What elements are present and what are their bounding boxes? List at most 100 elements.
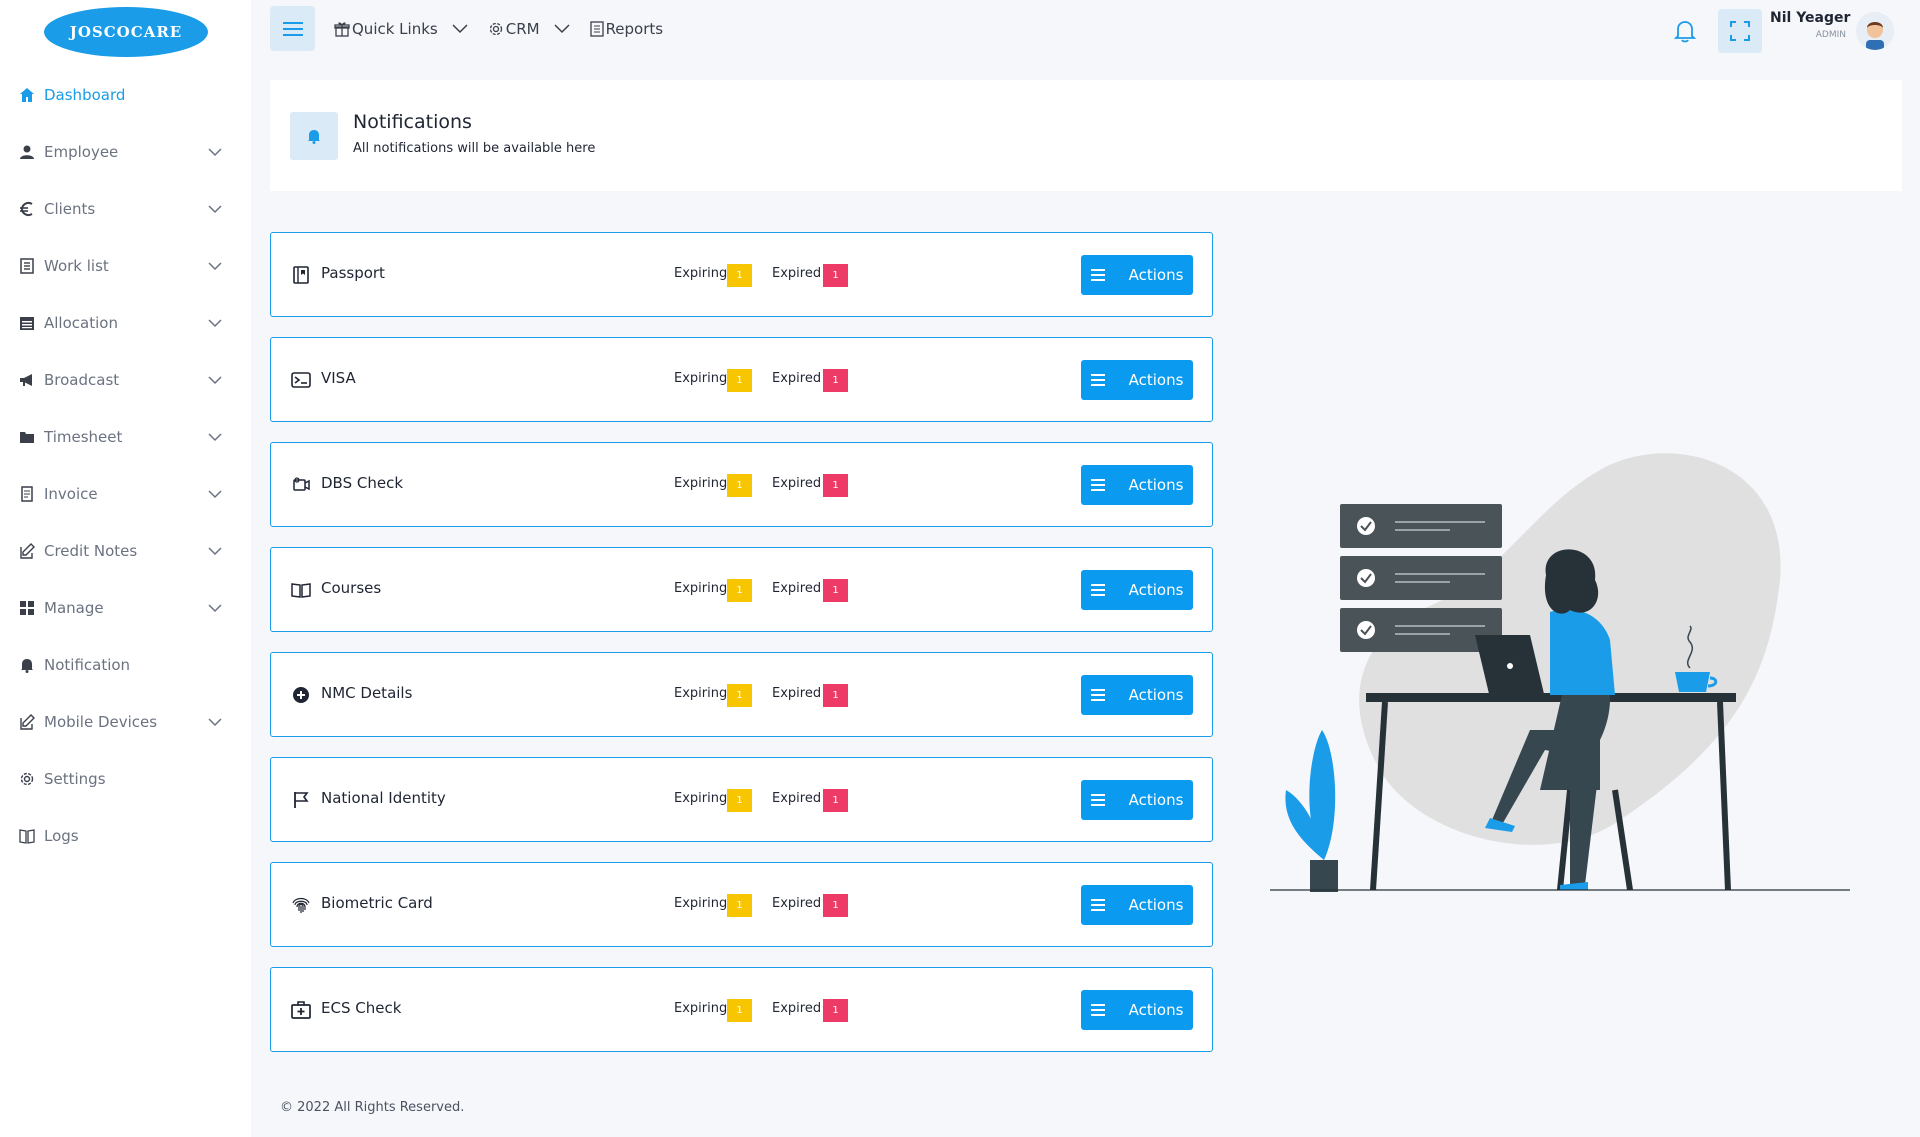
fingerprint-icon: [290, 894, 312, 916]
expired-count-badge[interactable]: 1: [823, 894, 848, 917]
sidebar-item-timesheet[interactable]: Timesheet: [0, 408, 251, 465]
chevron-down-icon: [207, 486, 223, 502]
expiring-label: Expiring: [674, 371, 728, 386]
expired-count-badge[interactable]: 1: [823, 999, 848, 1022]
expiring-count-badge[interactable]: 1: [727, 474, 752, 497]
sidebar-item-dashboard[interactable]: Dashboard: [0, 66, 251, 123]
document-row-nmc-details: NMC Details Expiring 1 Expired 1 Actions: [270, 652, 1213, 737]
document-row-passport: Passport Expiring 1 Expired 1 Actions: [270, 232, 1213, 317]
sidebar-item-mobile-devices[interactable]: Mobile Devices: [0, 693, 251, 750]
actions-button-label: Actions: [1128, 266, 1184, 284]
list-icon: [18, 257, 36, 275]
document-name: National Identity: [321, 789, 446, 807]
brand-logo[interactable]: JOSCOCARE: [44, 7, 208, 57]
document-list: Passport Expiring 1 Expired 1 Actions VISA Expi…: [270, 232, 1213, 1072]
sidebar-item-label: Logs: [44, 826, 79, 845]
expiring-label: Expiring: [674, 686, 728, 701]
menu-lines-icon: [1090, 374, 1117, 386]
quick-links-label: Quick Links: [352, 20, 438, 38]
actions-button[interactable]: Actions: [1081, 990, 1193, 1030]
menu-lines-icon: [1090, 689, 1117, 701]
actions-button-label: Actions: [1128, 686, 1184, 704]
expired-count-badge[interactable]: 1: [823, 474, 848, 497]
document-row-biometric-card: Biometric Card Expiring 1 Expired 1 Actions: [270, 862, 1213, 947]
edit-icon: [18, 713, 36, 731]
home-icon: [18, 86, 36, 104]
page-subtitle: All notifications will be available here: [353, 141, 596, 156]
chevron-down-icon: [207, 372, 223, 388]
header-bell-badge: [290, 112, 338, 160]
sidebar-item-logs[interactable]: Logs: [0, 807, 251, 864]
menu-lines-icon: [1090, 269, 1117, 281]
sidebar-item-notification[interactable]: Notification: [0, 636, 251, 693]
user-info[interactable]: Nil Yeager ADMIN: [1770, 10, 1850, 40]
sidebar-nav: Dashboard Employee Clients Work list Allocat…: [0, 66, 251, 864]
footer-copyright: © 2022 All Rights Reserved.: [280, 1100, 465, 1115]
actions-button[interactable]: Actions: [1081, 465, 1193, 505]
receipt-icon: [18, 485, 36, 503]
expired-label: Expired: [772, 1001, 822, 1016]
document-name: Biometric Card: [321, 894, 433, 912]
expiring-label: Expiring: [674, 1001, 728, 1016]
gift-icon: [334, 22, 350, 37]
expired-count-badge[interactable]: 1: [823, 789, 848, 812]
gear-icon: [18, 770, 36, 788]
sidebar-item-manage[interactable]: Manage: [0, 579, 251, 636]
expiring-count-badge[interactable]: 1: [727, 369, 752, 392]
expired-label: Expired: [772, 371, 822, 386]
expired-count-badge[interactable]: 1: [823, 579, 848, 602]
expiring-count-badge[interactable]: 1: [727, 999, 752, 1022]
chevron-down-icon: [207, 144, 223, 160]
fullscreen-button[interactable]: [1718, 9, 1762, 53]
crm-menu[interactable]: CRM: [488, 20, 572, 38]
menu-lines-icon: [1090, 899, 1117, 911]
actions-button[interactable]: Actions: [1081, 570, 1193, 610]
document-name: Passport: [321, 264, 385, 282]
sidebar-item-allocation[interactable]: Allocation: [0, 294, 251, 351]
actions-button[interactable]: Actions: [1081, 360, 1193, 400]
notifications-bell-button[interactable]: [1672, 18, 1698, 44]
sidebar-item-broadcast[interactable]: Broadcast: [0, 351, 251, 408]
actions-button[interactable]: Actions: [1081, 885, 1193, 925]
quick-links-menu[interactable]: Quick Links: [334, 20, 470, 38]
reports-link[interactable]: Reports: [589, 20, 663, 38]
sidebar-item-credit-notes[interactable]: Credit Notes: [0, 522, 251, 579]
sidebar-item-settings[interactable]: Settings: [0, 750, 251, 807]
document-row-dbs-check: DBS Check Expiring 1 Expired 1 Actions: [270, 442, 1213, 527]
expiring-count-badge[interactable]: 1: [727, 579, 752, 602]
avatar[interactable]: [1856, 12, 1894, 50]
sidebar-item-label: Clients: [44, 199, 96, 218]
expiring-count-badge[interactable]: 1: [727, 789, 752, 812]
sidebar-item-invoice[interactable]: Invoice: [0, 465, 251, 522]
sidebar-item-label: Work list: [44, 256, 109, 275]
book-icon: [18, 827, 36, 845]
expiring-count-badge[interactable]: 1: [727, 684, 752, 707]
actions-button[interactable]: Actions: [1081, 675, 1193, 715]
menu-lines-icon: [1090, 794, 1117, 806]
document-row-national-identity: National Identity Expiring 1 Expired 1 Action…: [270, 757, 1213, 842]
chevron-down-icon: [207, 714, 223, 730]
book-open-icon: [290, 579, 312, 601]
sidebar-item-employee[interactable]: Employee: [0, 123, 251, 180]
actions-button[interactable]: Actions: [1081, 780, 1193, 820]
megaphone-icon: [18, 371, 36, 389]
expired-count-badge[interactable]: 1: [823, 684, 848, 707]
gear-icon: [489, 22, 502, 36]
document-name: VISA: [321, 369, 356, 387]
expiring-count-badge[interactable]: 1: [727, 264, 752, 287]
expiring-count-badge[interactable]: 1: [727, 894, 752, 917]
sidebar-item-work-list[interactable]: Work list: [0, 237, 251, 294]
sidebar-item-label: Timesheet: [44, 427, 123, 446]
actions-button[interactable]: Actions: [1081, 255, 1193, 295]
actions-button-label: Actions: [1128, 1001, 1184, 1019]
expired-count-badge[interactable]: 1: [823, 369, 848, 392]
passport-icon: [290, 264, 312, 286]
menu-toggle-button[interactable]: [270, 6, 315, 51]
edit-icon: [18, 542, 36, 560]
report-icon: [589, 21, 604, 37]
document-name: ECS Check: [321, 999, 402, 1017]
expired-count-badge[interactable]: 1: [823, 264, 848, 287]
user-icon: [18, 143, 36, 161]
sidebar-item-clients[interactable]: Clients: [0, 180, 251, 237]
actions-button-label: Actions: [1128, 476, 1184, 494]
